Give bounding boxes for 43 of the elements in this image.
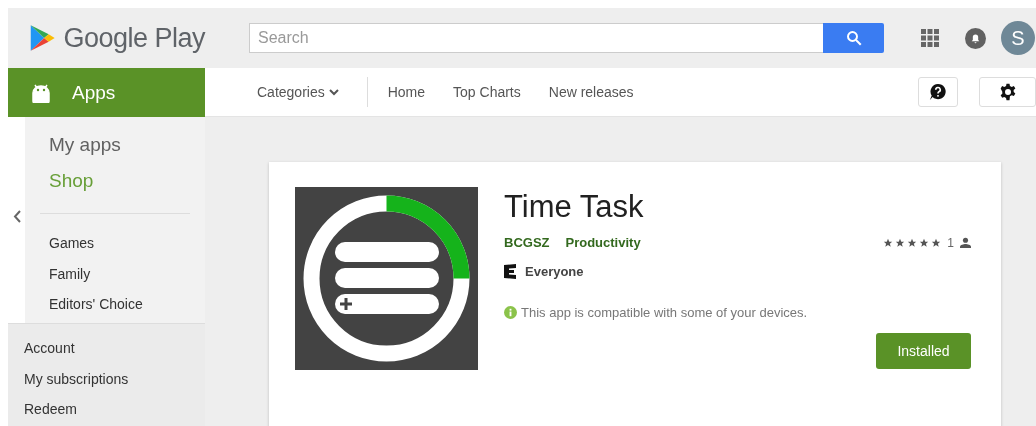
apps-section-label: Apps — [72, 81, 116, 104]
sidebar-item[interactable]: My apps — [49, 127, 205, 163]
user-avatar[interactable]: S — [1001, 21, 1035, 55]
installed-button[interactable]: Installed — [876, 333, 971, 369]
collapse-chevron-icon[interactable] — [12, 209, 21, 223]
apps-section-bar[interactable]: Apps — [8, 68, 205, 117]
search-icon — [844, 29, 863, 47]
nav-link[interactable]: Home — [387, 84, 426, 100]
account-link[interactable]: My subscriptions — [24, 363, 205, 394]
person-icon — [960, 237, 971, 248]
star-icon — [907, 237, 918, 248]
notification-bell-icon[interactable] — [965, 27, 986, 49]
android-icon — [30, 82, 52, 103]
nav-link[interactable]: New releases — [548, 84, 634, 100]
search-field[interactable]: Search — [249, 23, 823, 53]
star-icon — [919, 237, 930, 248]
rating-count: 1 — [947, 235, 954, 250]
nav-link[interactable]: Top Charts — [453, 84, 521, 100]
content-rating-label: Everyone — [525, 264, 584, 279]
apps-grid-icon[interactable] — [921, 29, 939, 47]
help-button[interactable] — [918, 77, 958, 107]
star-icon — [895, 237, 906, 248]
settings-button[interactable] — [979, 77, 1036, 107]
info-icon — [504, 306, 517, 319]
logo-text: Google Play — [63, 22, 205, 54]
account-link[interactable]: Redeem — [24, 394, 205, 425]
settings-icon — [998, 83, 1017, 101]
star-icon — [883, 237, 894, 248]
compatibility-note: This app is compatible with some of your devices. — [521, 305, 808, 320]
category-link[interactable]: Games — [49, 228, 205, 259]
rating-e-icon — [504, 264, 517, 279]
developer-link[interactable]: BCGSZ — [504, 235, 550, 250]
account-link[interactable]: Account — [24, 333, 205, 364]
category-link[interactable]: Editors' Choice — [49, 289, 205, 320]
category-link[interactable]: Family — [49, 258, 205, 289]
chevron-down-icon — [328, 88, 339, 96]
app-icon — [295, 187, 478, 370]
app-title: Time Task — [504, 189, 645, 225]
search-button[interactable] — [823, 23, 884, 53]
categories-dropdown[interactable]: Categories — [257, 84, 339, 100]
star-icon — [931, 237, 942, 248]
category-link[interactable]: Productivity — [565, 235, 641, 250]
help-icon — [929, 83, 947, 101]
